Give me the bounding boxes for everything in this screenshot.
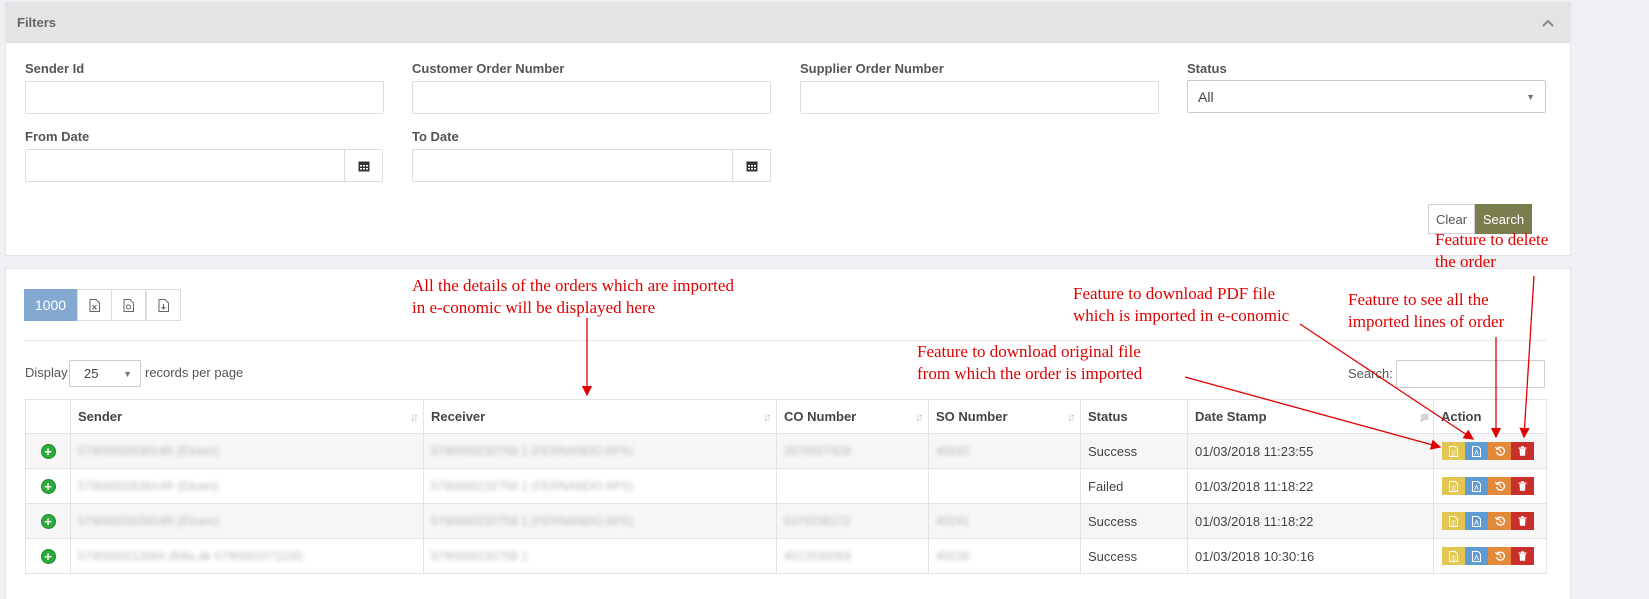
annotation-arrows xyxy=(581,275,1535,450)
arrow-original xyxy=(1184,376,1442,450)
page: Filters Sender Id Customer Order Number … xyxy=(0,0,1649,599)
arrow-delete xyxy=(1519,275,1535,439)
arrow-pdf xyxy=(1299,323,1475,440)
